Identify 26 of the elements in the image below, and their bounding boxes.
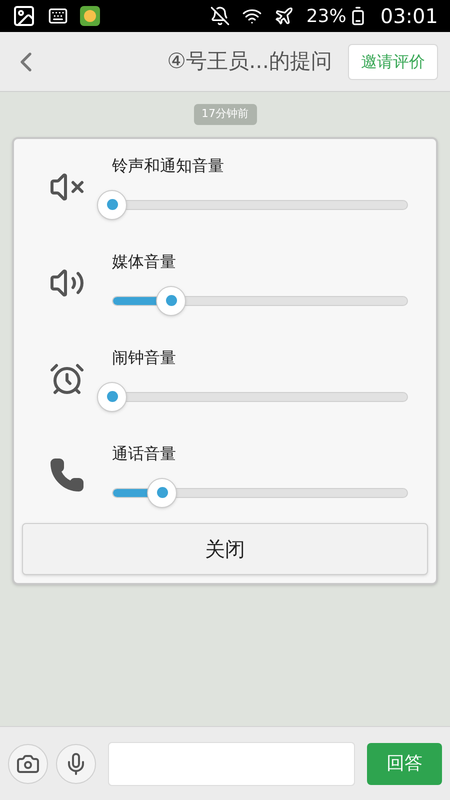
app-icon	[80, 6, 100, 26]
keyboard-icon	[48, 6, 68, 26]
volume-label: 闹钟音量	[112, 346, 177, 368]
page-title: ④号王员...的提问	[167, 48, 332, 75]
invite-review-button[interactable]: 邀请评价	[348, 44, 438, 80]
answer-input[interactable]	[108, 742, 355, 786]
phone-icon	[49, 456, 85, 492]
mute-icon	[210, 6, 230, 26]
microphone-button[interactable]	[56, 744, 96, 784]
volume-label: 通话音量	[112, 442, 177, 464]
timestamp-chip: 17分钟前	[194, 104, 256, 124]
image-icon	[12, 4, 36, 28]
slider-track[interactable]	[112, 488, 408, 498]
battery-percent: 23%	[306, 4, 346, 28]
slider-thumb[interactable]	[147, 478, 178, 508]
slider-thumb[interactable]	[97, 382, 127, 412]
slider-thumb[interactable]	[156, 286, 186, 316]
airplane-icon	[274, 6, 294, 26]
slider-thumb[interactable]	[97, 190, 127, 220]
volume-label: 铃声和通知音量	[112, 154, 225, 176]
slider-track[interactable]	[112, 296, 408, 306]
volume-label: 媒体音量	[112, 250, 177, 272]
camera-button[interactable]	[8, 744, 48, 784]
close-button[interactable]: 关闭	[22, 522, 428, 574]
clock: 03:01	[380, 3, 438, 30]
answer-button[interactable]: 回答	[367, 742, 442, 784]
